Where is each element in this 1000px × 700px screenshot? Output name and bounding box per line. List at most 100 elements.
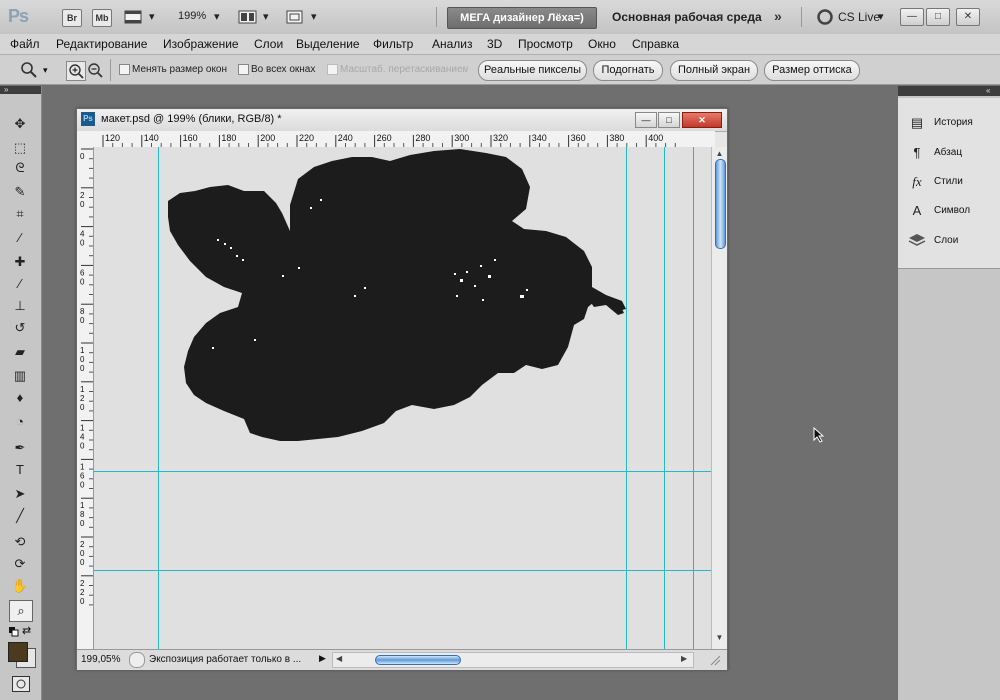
- doc-minimize-button[interactable]: —: [635, 112, 657, 128]
- bridge-button[interactable]: Br: [62, 9, 82, 27]
- move-tool-icon[interactable]: ✥: [9, 114, 31, 134]
- workspace-name[interactable]: Основная рабочая среда: [612, 10, 762, 24]
- zoom-out-icon[interactable]: [86, 61, 104, 79]
- ruler-v-label: 0: [80, 152, 85, 161]
- scrubby-zoom-checkbox[interactable]: [327, 64, 338, 75]
- vertical-scroll-thumb[interactable]: [715, 159, 726, 249]
- brush-tool-icon[interactable]: ∕: [9, 274, 31, 294]
- more-workspaces-icon[interactable]: »: [774, 8, 782, 24]
- line-tool-icon[interactable]: ╱: [9, 506, 31, 526]
- ruler-v-label: 1: [80, 346, 85, 355]
- cs-live-caret[interactable]: ▾: [878, 10, 884, 23]
- doc-close-button[interactable]: ✕: [682, 112, 722, 128]
- arrange-dropdown-caret[interactable]: ▾: [263, 10, 269, 23]
- swap-colors-icon[interactable]: ⇄: [22, 624, 31, 637]
- eyedropper-tool-icon[interactable]: ⁄: [9, 228, 31, 248]
- 3d-rotate-tool-icon[interactable]: ⟲: [9, 532, 31, 552]
- panel-dock-header[interactable]: [898, 86, 1000, 96]
- menu-analysis[interactable]: Анализ: [432, 37, 473, 51]
- layers-panel-button[interactable]: Слои: [904, 228, 994, 256]
- lasso-tool-icon[interactable]: ᘓ: [9, 158, 31, 178]
- workspace-button-mega[interactable]: МЕГА дизайнер Лёха=): [447, 7, 597, 29]
- zoom-tool-icon[interactable]: ⌕: [9, 600, 33, 622]
- resize-windows-checkbox[interactable]: [119, 64, 130, 75]
- zoom-level-dropdown[interactable]: 199%: [178, 10, 206, 22]
- vertical-scrollbar[interactable]: ▲ ▼: [711, 147, 727, 649]
- resize-grip-icon[interactable]: [709, 654, 721, 666]
- menu-layer[interactable]: Слои: [254, 37, 283, 51]
- zoom-preset-icon[interactable]: [20, 61, 38, 79]
- hand-tool-icon[interactable]: ✋: [9, 576, 31, 596]
- paragraph-panel-button[interactable]: ¶ Абзац: [904, 140, 994, 168]
- type-tool-icon[interactable]: T: [9, 460, 31, 480]
- screen-mode-icon[interactable]: [285, 9, 305, 25]
- eraser-tool-icon[interactable]: ▰: [9, 342, 31, 362]
- expand-panels-icon[interactable]: «: [986, 86, 990, 95]
- actual-pixels-button[interactable]: Реальные пикселы: [478, 60, 587, 81]
- screen-mode-caret[interactable]: ▾: [311, 10, 317, 23]
- horizontal-scroll-thumb[interactable]: [375, 655, 461, 665]
- scroll-right-arrow-icon[interactable]: ▶: [681, 654, 687, 663]
- history-icon: ▤: [910, 115, 924, 130]
- document-title-bar[interactable]: Ps макет.psd @ 199% (блики, RGB/8) * — □…: [77, 109, 727, 132]
- clone-stamp-tool-icon[interactable]: ⊥: [9, 296, 31, 316]
- ruler-v-label: 0: [80, 239, 85, 248]
- zoom-status-value[interactable]: 199,05%: [81, 654, 120, 665]
- ruler-v-label: 2: [80, 191, 85, 200]
- quick-select-tool-icon[interactable]: ✎: [9, 182, 31, 202]
- quick-mask-icon[interactable]: [12, 676, 30, 692]
- vertical-ruler[interactable]: 020406080100120140160180200220: [77, 147, 94, 649]
- view-extras-dropdown-caret[interactable]: ▾: [149, 10, 155, 23]
- document-canvas[interactable]: [94, 147, 711, 649]
- menu-window[interactable]: Окно: [588, 37, 616, 51]
- cs-live-button[interactable]: CS Live: [838, 10, 880, 24]
- menu-filter[interactable]: Фильтр: [373, 37, 413, 51]
- appbar-divider: [436, 7, 437, 27]
- menu-edit[interactable]: Редактирование: [56, 37, 147, 51]
- mini-bridge-button[interactable]: Mb: [92, 9, 112, 27]
- arrange-documents-icon[interactable]: [238, 9, 258, 25]
- ruler-v-label: 2: [80, 540, 85, 549]
- horizontal-ruler[interactable]: 120 140 160 180 200 220 240 260 280 300 320 340 360 3…: [77, 131, 715, 148]
- scroll-up-arrow-icon[interactable]: ▲: [714, 149, 725, 159]
- zoom-in-icon[interactable]: [66, 61, 86, 81]
- character-panel-button[interactable]: A Символ: [904, 198, 994, 226]
- history-brush-tool-icon[interactable]: ↺: [9, 318, 31, 338]
- scroll-left-arrow-icon[interactable]: ◀: [336, 654, 342, 663]
- scroll-down-arrow-icon[interactable]: ▼: [714, 633, 725, 643]
- app-minimize-button[interactable]: —: [900, 8, 924, 26]
- path-select-tool-icon[interactable]: ➤: [9, 484, 31, 504]
- print-size-button[interactable]: Размер оттиска: [764, 60, 860, 81]
- menu-select[interactable]: Выделение: [296, 37, 360, 51]
- blur-tool-icon[interactable]: ♦: [9, 388, 31, 408]
- gradient-tool-icon[interactable]: ▥: [9, 366, 31, 386]
- spot-heal-tool-icon[interactable]: ✚: [9, 252, 31, 272]
- app-close-button[interactable]: ✕: [956, 8, 980, 26]
- default-colors-icon[interactable]: [9, 626, 19, 637]
- marquee-tool-icon[interactable]: ⬚: [9, 138, 31, 158]
- dodge-tool-icon[interactable]: ◔: [9, 412, 31, 432]
- menu-3d[interactable]: 3D: [487, 37, 502, 51]
- status-menu-arrow-icon[interactable]: ▶: [319, 653, 326, 664]
- doc-maximize-button[interactable]: □: [658, 112, 680, 128]
- menu-file[interactable]: Файл: [10, 37, 40, 51]
- menu-help[interactable]: Справка: [632, 37, 679, 51]
- zoom-dropdown-caret[interactable]: ▾: [214, 10, 220, 23]
- history-panel-button[interactable]: ▤ История: [904, 110, 994, 138]
- collapse-tools-icon[interactable]: »: [4, 85, 8, 94]
- full-screen-button[interactable]: Полный экран: [670, 60, 758, 81]
- status-info-icon[interactable]: [129, 652, 145, 668]
- menu-image[interactable]: Изображение: [163, 37, 239, 51]
- view-extras-icon[interactable]: [124, 9, 144, 25]
- pen-tool-icon[interactable]: ✒: [9, 438, 31, 458]
- horizontal-scrollbar[interactable]: ◀ ▶: [332, 652, 694, 668]
- fit-screen-button[interactable]: Подогнать: [593, 60, 663, 81]
- foreground-color-swatch[interactable]: [8, 642, 28, 662]
- 3d-orbit-tool-icon[interactable]: ⟳: [9, 554, 31, 574]
- styles-panel-button[interactable]: fx Стили: [904, 169, 994, 197]
- app-maximize-button[interactable]: □: [926, 8, 950, 26]
- zoom-preset-caret[interactable]: ▾: [43, 65, 48, 76]
- menu-view[interactable]: Просмотр: [518, 37, 573, 51]
- crop-tool-icon[interactable]: ⌗: [9, 204, 31, 224]
- all-windows-checkbox[interactable]: [238, 64, 249, 75]
